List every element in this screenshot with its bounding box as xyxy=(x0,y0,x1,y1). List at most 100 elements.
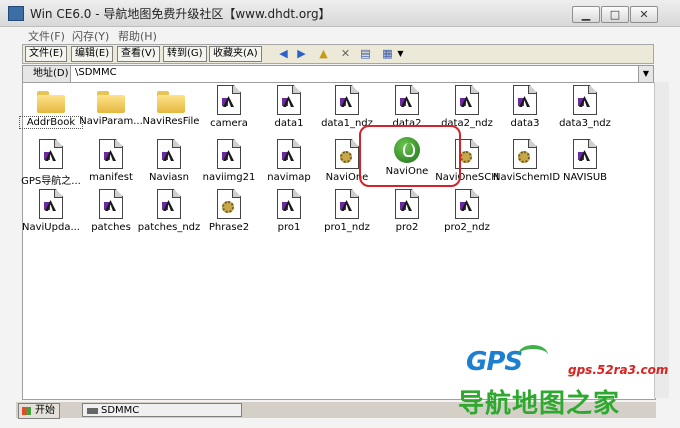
list-item[interactable]: pro2 xyxy=(375,189,439,233)
file-label: pro2_ndz xyxy=(444,222,490,233)
list-item[interactable]: pro1 xyxy=(257,189,321,233)
toolbar-file-button[interactable]: 文件(E) xyxy=(25,46,68,62)
file-label: pro1 xyxy=(277,222,301,233)
toolbar: 文件(E) 编辑(E) 查看(V) 转到(G) 收藏夹(A) ◀ ▶ ▲ ✕ ▤… xyxy=(22,44,654,64)
list-item[interactable]: pro2_ndz xyxy=(435,189,499,233)
document-icon xyxy=(455,189,479,219)
list-item[interactable]: data3 xyxy=(493,85,557,129)
start-button[interactable]: 开始 xyxy=(18,403,60,419)
watermark-text: 导航地图之家 xyxy=(458,389,621,419)
list-item[interactable]: patches xyxy=(79,189,143,233)
list-item[interactable]: NAVISUB xyxy=(553,139,617,183)
document-icon xyxy=(395,189,419,219)
document-icon xyxy=(513,85,537,115)
toolbar-goto-button[interactable]: 转到(G) xyxy=(163,46,207,62)
document-icon xyxy=(573,139,597,169)
address-input[interactable]: \SDMMC xyxy=(75,67,117,78)
menu-bar: 文件(F) 闪存(Y) 帮助(H) xyxy=(0,27,680,43)
taskbar-item-sdmmc[interactable]: SDMMC xyxy=(82,403,242,417)
views-dropdown-icon[interactable]: ▼ xyxy=(394,47,407,60)
minimize-button[interactable]: ▁ xyxy=(572,6,600,23)
watermark: GPS gps.52ra3.com 导航地图之家 xyxy=(458,345,678,425)
document-icon xyxy=(39,139,63,169)
watermark-url: gps.52ra3.com xyxy=(568,363,669,377)
list-item[interactable]: Phrase2 xyxy=(197,189,261,233)
document-icon xyxy=(455,85,479,115)
file-label: manifest xyxy=(89,172,133,183)
address-label: 地址(D) xyxy=(23,66,71,82)
file-label: data1 xyxy=(274,118,304,129)
list-item[interactable]: data1 xyxy=(257,85,321,129)
file-label: pro2 xyxy=(395,222,419,233)
file-label: data3_ndz xyxy=(559,118,611,129)
file-label: patches_ndz xyxy=(137,222,201,233)
toolbar-edit-button[interactable]: 编辑(E) xyxy=(71,46,114,62)
views-icon[interactable]: ▦ xyxy=(381,47,394,60)
file-label: naviimg21 xyxy=(202,172,256,183)
forward-icon[interactable]: ▶ xyxy=(295,47,308,60)
list-item[interactable]: AddrBook xyxy=(19,87,83,129)
list-item[interactable]: NaviResFile xyxy=(139,87,203,127)
title-bar: Win CE6.0 - 导航地图免费升级社区【www.dhdt.org】 ▁ □… xyxy=(0,0,680,27)
file-label: NaviUpda... xyxy=(22,222,80,233)
document-icon xyxy=(99,189,123,219)
list-item[interactable]: data2 xyxy=(375,85,439,129)
list-item[interactable]: NaviParam... xyxy=(79,87,143,127)
menu-help[interactable]: 帮助(H) xyxy=(118,28,157,44)
address-bar: 地址(D) \SDMMC ▼ xyxy=(22,65,654,83)
document-icon xyxy=(335,189,359,219)
window-title: Win CE6.0 - 导航地图免费升级社区【www.dhdt.org】 xyxy=(30,7,331,21)
document-icon xyxy=(395,85,419,115)
folder-icon xyxy=(37,91,65,113)
document-icon xyxy=(277,189,301,219)
folder-icon xyxy=(97,91,125,113)
delete-icon[interactable]: ✕ xyxy=(339,47,352,60)
menu-file[interactable]: 文件(F) xyxy=(28,28,65,44)
list-item[interactable]: pro1_ndz xyxy=(315,189,379,233)
file-label: NaviParam... xyxy=(79,116,143,127)
list-item[interactable]: data2_ndz xyxy=(435,85,499,129)
maximize-button[interactable]: □ xyxy=(601,6,629,23)
document-icon xyxy=(217,139,241,169)
toolbar-view-button[interactable]: 查看(V) xyxy=(117,46,160,62)
address-dropdown-icon[interactable]: ▼ xyxy=(638,66,653,82)
file-label: patches xyxy=(91,222,131,233)
file-label: data3 xyxy=(510,118,540,129)
gear-document-icon xyxy=(513,139,537,169)
up-folder-icon[interactable]: ▲ xyxy=(317,47,330,60)
gear-document-icon xyxy=(217,189,241,219)
back-icon[interactable]: ◀ xyxy=(277,47,290,60)
list-item[interactable]: Naviasn xyxy=(137,139,201,183)
toolbar-favorites-button[interactable]: 收藏夹(A) xyxy=(209,46,262,62)
close-button[interactable]: ✕ xyxy=(630,6,658,23)
document-icon xyxy=(157,189,181,219)
list-item[interactable]: patches_ndz xyxy=(137,189,201,233)
list-item[interactable]: manifest xyxy=(79,139,143,183)
list-item[interactable]: NaviUpda... xyxy=(19,189,83,233)
list-item[interactable]: GPS导航之... xyxy=(19,139,83,187)
file-label: Naviasn xyxy=(149,172,189,183)
document-icon xyxy=(99,139,123,169)
folder-icon xyxy=(157,91,185,113)
list-item[interactable]: naviimg21 xyxy=(197,139,261,183)
window-app-icon xyxy=(8,6,24,21)
list-item[interactable]: NaviSchemID xyxy=(493,139,561,183)
list-item[interactable]: data1_ndz xyxy=(315,85,379,129)
list-item[interactable]: data3_ndz xyxy=(553,85,617,129)
watermark-logo: GPS xyxy=(466,347,523,377)
file-label: NaviResFile xyxy=(142,116,200,127)
document-icon xyxy=(217,85,241,115)
highlight-circle xyxy=(359,125,461,187)
list-item[interactable]: camera xyxy=(197,85,261,129)
document-icon xyxy=(39,189,63,219)
file-label: NAVISUB xyxy=(563,172,607,183)
file-label: pro1_ndz xyxy=(324,222,370,233)
list-item[interactable]: navimap xyxy=(257,139,321,183)
gear-document-icon xyxy=(335,139,359,169)
file-label: NaviSchemID xyxy=(493,172,561,183)
properties-icon[interactable]: ▤ xyxy=(359,47,372,60)
file-label: AddrBook xyxy=(19,116,83,129)
menu-flash[interactable]: 闪存(Y) xyxy=(72,28,109,44)
document-icon xyxy=(573,85,597,115)
file-label: camera xyxy=(210,118,248,129)
